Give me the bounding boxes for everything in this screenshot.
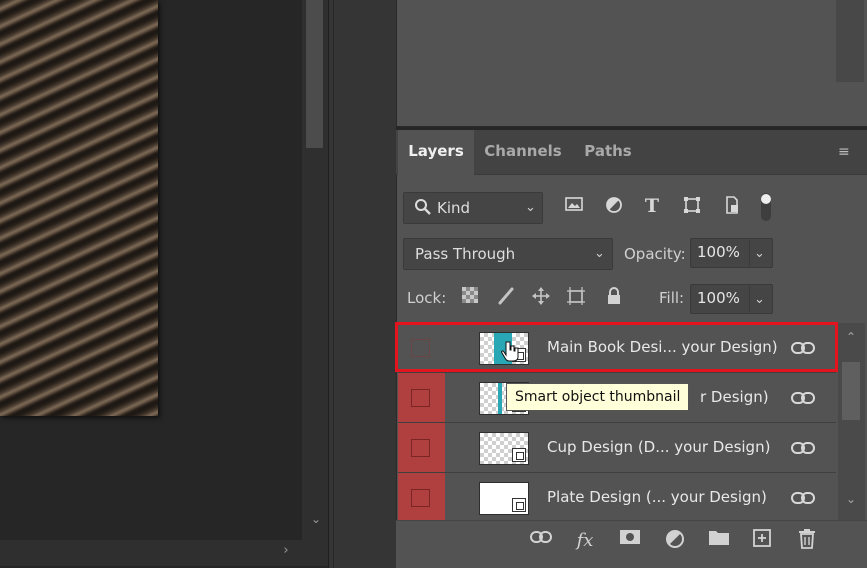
smart-object-badge-icon	[512, 448, 526, 462]
shape-filter-icon[interactable]	[681, 195, 703, 217]
new-group-icon[interactable]	[706, 528, 732, 554]
panel-menu-icon[interactable]: ≡	[838, 145, 856, 159]
selected-layer-highlight	[395, 322, 838, 372]
tab-layers[interactable]: Layers	[398, 130, 474, 175]
layer-list-scrollbar[interactable]	[838, 323, 865, 520]
link-icon	[790, 438, 816, 458]
filter-toggle-icon[interactable]	[760, 192, 772, 222]
filter-kind-label: Kind	[437, 199, 471, 217]
chevron-down-icon: ⌄	[525, 200, 536, 215]
chevron-down-icon[interactable]: ⌄	[310, 512, 322, 526]
upper-panel	[396, 0, 867, 127]
tab-channels[interactable]: Channels	[476, 130, 570, 175]
link-icon	[790, 488, 816, 508]
smart-object-filter-icon[interactable]	[721, 195, 743, 217]
type-filter-icon[interactable]: T	[641, 195, 663, 217]
visibility-toggle[interactable]	[398, 423, 445, 472]
image-filter-icon[interactable]	[563, 195, 585, 217]
lock-position-icon[interactable]	[530, 286, 552, 308]
new-layer-icon[interactable]	[749, 528, 775, 554]
visibility-checkbox[interactable]	[411, 489, 430, 507]
link-layers-icon[interactable]	[528, 528, 554, 554]
lock-transparent-pixels-icon[interactable]	[459, 286, 481, 308]
divider	[749, 240, 750, 266]
layer-row[interactable]: Plate Design (... your Design)	[398, 473, 836, 520]
delete-icon[interactable]	[794, 528, 820, 554]
link-icon	[790, 388, 816, 408]
chevron-down-icon: ⌄	[594, 246, 605, 261]
blend-mode-value: Pass Through	[415, 245, 516, 263]
chevron-right-icon[interactable]: ›	[280, 544, 292, 558]
adjustment-filter-icon[interactable]	[603, 195, 625, 217]
chevron-down-icon[interactable]: ⌄	[754, 245, 768, 263]
lock-all-icon[interactable]	[603, 286, 625, 308]
tooltip: Smart object thumbnail	[506, 383, 690, 411]
lock-image-pixels-icon[interactable]	[495, 286, 517, 308]
layer-name[interactable]: r Design)	[700, 373, 769, 422]
smart-object-thumbnail[interactable]	[479, 482, 529, 515]
visibility-toggle[interactable]	[398, 473, 445, 520]
layer-list-scroll-thumb[interactable]	[842, 362, 860, 420]
canvas-vertical-scroll-thumb[interactable]	[306, 0, 323, 148]
fill-label: Fill:	[659, 289, 685, 307]
layer-mask-icon[interactable]	[617, 528, 643, 554]
visibility-checkbox[interactable]	[411, 439, 430, 457]
adjustment-layer-icon[interactable]	[662, 528, 688, 554]
layer-name[interactable]: Plate Design (... your Design)	[547, 473, 767, 520]
smart-object-thumbnail[interactable]	[479, 432, 529, 465]
visibility-toggle[interactable]	[398, 373, 445, 422]
divider	[749, 286, 750, 312]
opacity-value[interactable]: 100%	[697, 241, 740, 263]
search-icon	[413, 197, 433, 217]
layer-row[interactable]: Cup Design (D... your Design)	[398, 423, 836, 473]
chevron-down-icon[interactable]: ⌄	[754, 291, 768, 309]
canvas-horizontal-scrollbar[interactable]	[0, 540, 328, 566]
upper-panel-scrollbar[interactable]	[836, 0, 864, 82]
chevron-up-icon[interactable]: ⌃	[845, 330, 857, 344]
opacity-label: Opacity:	[624, 245, 686, 263]
lock-artboard-icon[interactable]	[565, 286, 587, 308]
panel-dock-gutter	[328, 0, 396, 568]
smart-object-badge-icon	[512, 498, 526, 512]
thumbnail-preview	[498, 383, 502, 414]
hand-cursor-icon	[500, 340, 520, 362]
tab-paths[interactable]: Paths	[572, 130, 644, 175]
divider	[333, 0, 334, 568]
chevron-down-icon[interactable]: ⌄	[845, 492, 857, 506]
layer-name[interactable]: Cup Design (D... your Design)	[547, 423, 770, 472]
lock-label: Lock:	[407, 289, 447, 307]
visibility-checkbox[interactable]	[411, 389, 430, 407]
fill-value[interactable]: 100%	[697, 287, 740, 309]
fx-icon[interactable]: fx	[572, 528, 598, 554]
canvas-image	[0, 0, 158, 416]
